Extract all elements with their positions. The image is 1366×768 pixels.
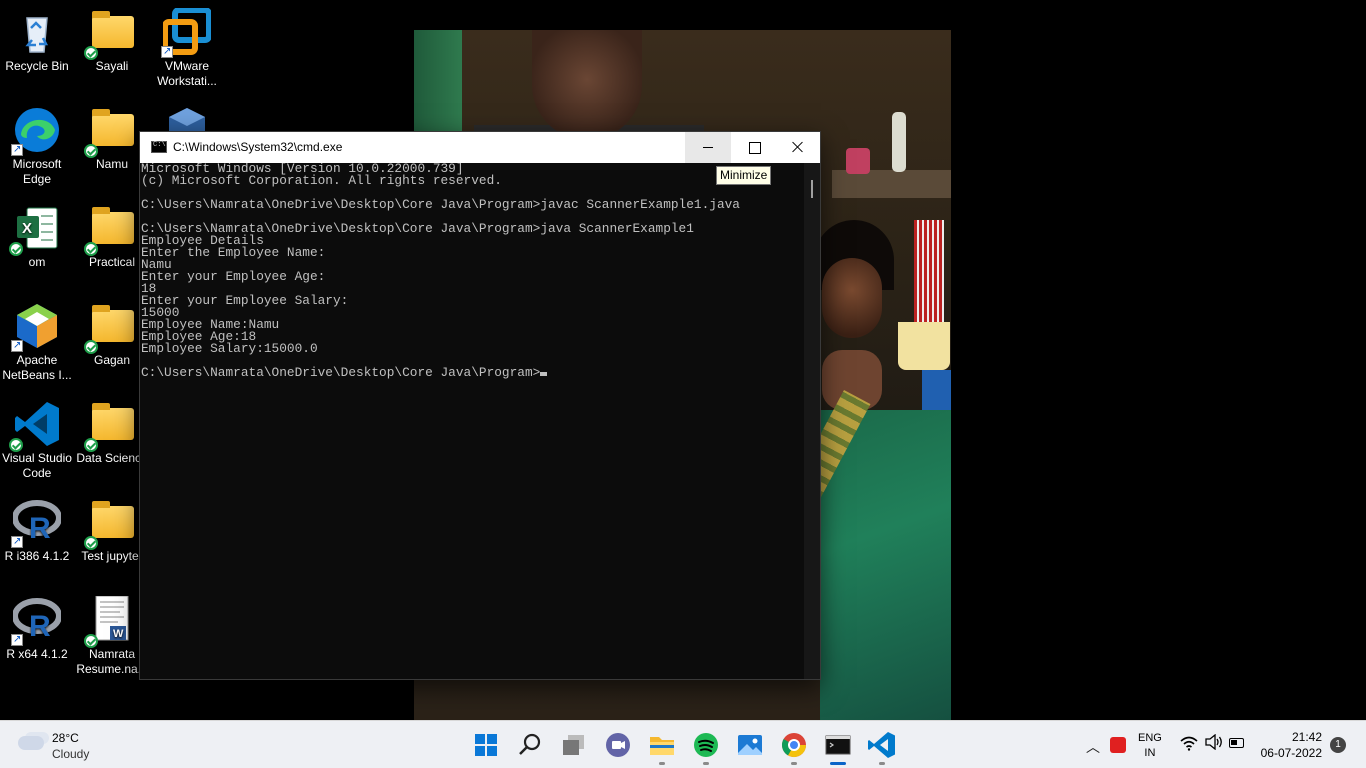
console-line: C:\Users\Namrata\OneDrive\Desktop\Core J… — [141, 197, 740, 212]
desktop-icon-label: R x64 4.1.2 — [6, 647, 68, 661]
cmd-taskbar-button[interactable] — [822, 729, 854, 765]
search-button[interactable] — [514, 729, 546, 761]
maximize-button[interactable] — [731, 132, 777, 163]
desktop-icon-vmware-workstation[interactable]: VMware Workstati... — [147, 7, 227, 89]
window-title-bar[interactable]: C:\Windows\System32\cmd.exe — [140, 132, 820, 163]
task-view-icon — [563, 735, 584, 755]
clock[interactable]: 21:42 06-07-2022 — [1256, 729, 1322, 761]
scrollbar-thumb[interactable] — [811, 180, 813, 198]
vscode-taskbar-button[interactable] — [866, 729, 898, 765]
folder-icon — [84, 8, 136, 60]
r-icon: R — [11, 596, 62, 647]
start-icon — [475, 734, 497, 756]
volume-icon[interactable] — [1204, 733, 1224, 754]
teams-chat-button[interactable] — [602, 729, 634, 761]
photos-icon — [738, 735, 762, 755]
folder-icon — [84, 106, 136, 158]
chrome-button[interactable] — [778, 729, 810, 765]
folder-icon — [84, 400, 136, 452]
weather-widget[interactable]: 28°C Cloudy — [18, 730, 128, 762]
time: 21:42 — [1291, 730, 1322, 744]
svg-text:R: R — [29, 512, 51, 545]
netbeans-icon — [11, 302, 61, 353]
search-icon — [519, 733, 541, 755]
desktop-icon-microsoft-edge[interactable]: Microsoft Edge — [0, 106, 77, 187]
svg-text:W: W — [113, 628, 124, 640]
console-line: C:\Users\Namrata\OneDrive\Desktop\Core J… — [141, 366, 804, 379]
photos-button[interactable] — [734, 729, 766, 761]
text-cursor — [540, 372, 548, 376]
weather-condition: Cloudy — [52, 747, 90, 761]
taskbar: 28°C Cloudy ︿ ENG IN 21:42 06-07-2022 1 — [0, 720, 1366, 768]
minimize-tooltip: Minimize — [716, 166, 772, 185]
recycle-bin-icon — [13, 8, 61, 56]
vertical-scrollbar[interactable] — [804, 163, 820, 679]
word-document-icon: W — [84, 595, 136, 648]
edge-icon — [11, 106, 61, 157]
console-line: (c) Microsoft Corporation. All rights re… — [141, 173, 502, 188]
notification-badge[interactable]: 1 — [1330, 737, 1346, 753]
chrome-icon — [781, 733, 806, 758]
console-output[interactable]: Microsoft Windows [Version 10.0.22000.73… — [140, 163, 804, 679]
svg-text:X: X — [22, 220, 32, 237]
desktop-icon-recycle-bin[interactable]: Recycle Bin — [0, 8, 77, 74]
desktop-icon-apache-netbeans[interactable]: Apache NetBeans I... — [0, 302, 77, 383]
file-explorer-icon — [650, 737, 674, 755]
svg-text:R: R — [29, 610, 51, 643]
r-icon: R — [11, 498, 62, 549]
excel-icon: X — [9, 204, 61, 256]
console-line: Employee Salary:15000.0 — [141, 341, 318, 356]
cmd-icon — [825, 735, 851, 755]
show-hidden-icons-chevron-icon[interactable]: ︿ — [1086, 737, 1100, 757]
desktop-icon-sayali[interactable]: Sayali — [72, 8, 152, 74]
console-line: Enter your Employee Salary: — [141, 293, 349, 308]
start-button[interactable] — [470, 729, 502, 761]
desktop-icon-label: Apache NetBeans I... — [2, 353, 72, 382]
wifi-icon[interactable] — [1180, 735, 1198, 755]
desktop-icon-label: Visual Studio Code — [2, 451, 72, 480]
console-line: Enter the Employee Name: — [141, 245, 326, 260]
desktop-icon-r-x64[interactable]: R R x64 4.1.2 — [0, 596, 77, 662]
desktop-icon-label: VMware Workstati... — [157, 59, 217, 88]
desktop: Recycle Bin Microsoft Edge X om Apache N… — [0, 0, 1366, 720]
desktop-icon-label: Recycle Bin — [5, 59, 69, 73]
weather-temperature: 28°C — [52, 731, 79, 745]
spotify-button[interactable] — [690, 729, 722, 765]
close-button[interactable] — [775, 132, 821, 163]
vscode-icon — [9, 400, 61, 452]
vmware-icon — [161, 7, 212, 59]
desktop-icon-label: om — [28, 255, 46, 269]
desktop-icon-label: R i386 4.1.2 — [4, 549, 70, 563]
minimize-button[interactable] — [685, 132, 731, 163]
folder-icon — [84, 204, 136, 256]
spotify-icon — [694, 733, 718, 757]
desktop-icon-visual-studio-code[interactable]: Visual Studio Code — [0, 400, 77, 481]
tray-app-icon[interactable] — [1110, 737, 1126, 753]
folder-icon — [84, 302, 136, 354]
teams-chat-icon — [606, 733, 630, 757]
console-line: Enter your Employee Age: — [141, 269, 326, 284]
vscode-icon — [868, 732, 895, 758]
date: 06-07-2022 — [1260, 746, 1322, 760]
window-title: C:\Windows\System32\cmd.exe — [173, 140, 343, 154]
cloud-icon — [18, 736, 44, 750]
folder-icon — [84, 498, 136, 550]
desktop-icon-label: Microsoft Edge — [12, 157, 62, 186]
desktop-icon-om[interactable]: X om — [0, 204, 77, 270]
language-indicator[interactable]: ENG IN — [1138, 731, 1162, 761]
desktop-icon-r-i386[interactable]: R R i386 4.1.2 — [0, 498, 77, 564]
cmd-window[interactable]: C:\Windows\System32\cmd.exe Microsoft Wi… — [139, 131, 821, 680]
battery-icon[interactable] — [1229, 738, 1244, 748]
task-view-button[interactable] — [558, 729, 590, 761]
file-explorer-button[interactable] — [646, 729, 678, 765]
cmd-icon — [151, 141, 167, 153]
desktop-icon-label: Sayali — [95, 59, 129, 73]
